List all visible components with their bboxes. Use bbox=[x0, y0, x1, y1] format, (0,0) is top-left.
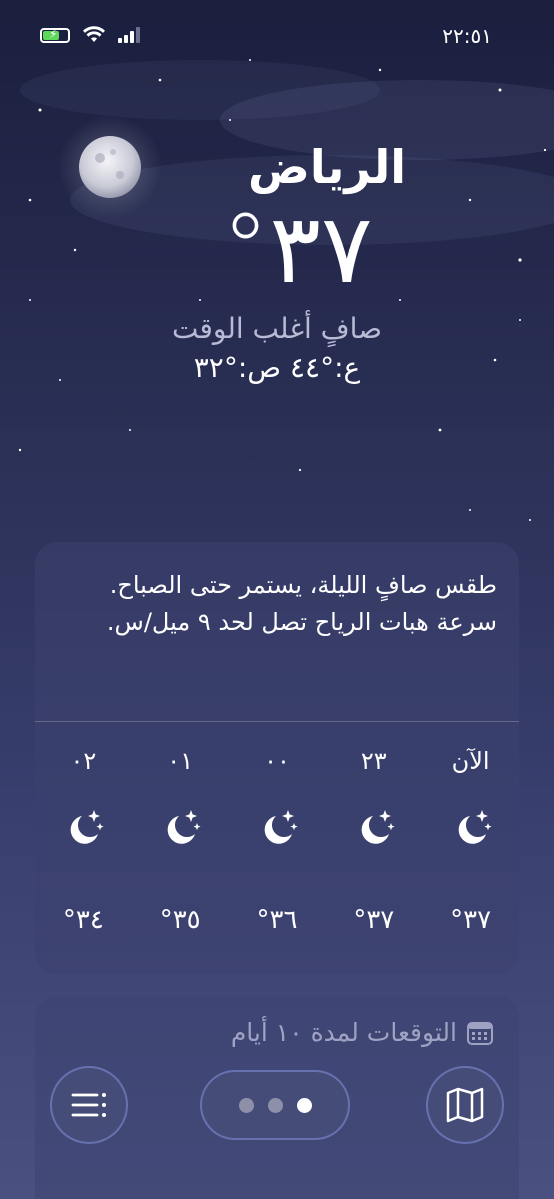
hourly-forecast-card[interactable]: طقس صافٍ الليلة، يستمر حتى الصباح. سرعة … bbox=[35, 542, 519, 974]
battery-icon: ⚡ bbox=[40, 27, 70, 43]
bottom-toolbar bbox=[0, 1066, 554, 1146]
moon-stars-icon bbox=[232, 787, 322, 867]
weather-summary: طقس صافٍ الليلة، يستمر حتى الصباح. سرعة … bbox=[106, 571, 497, 636]
cellular-signal-icon bbox=[118, 27, 140, 43]
hour-temperature: °٣٧ bbox=[450, 905, 492, 935]
hour-item: ٠١ °٣٥ bbox=[135, 747, 225, 935]
hour-temperature: °٣٥ bbox=[159, 905, 201, 935]
hour-temperature: °٣٧ bbox=[353, 905, 395, 935]
status-bar: ⚡ ٢٢:٥١ bbox=[0, 0, 554, 70]
hour-label: الآن bbox=[451, 747, 490, 775]
city-name: الرياض bbox=[247, 140, 407, 194]
status-icons: ⚡ bbox=[40, 26, 144, 44]
moon-stars-icon bbox=[329, 787, 419, 867]
divider bbox=[35, 721, 519, 722]
list-icon bbox=[71, 1093, 106, 1117]
hour-item: ٢٣ °٣٧ bbox=[329, 747, 419, 935]
hour-temperature: °٣٤ bbox=[62, 905, 104, 935]
calendar-icon bbox=[467, 1021, 493, 1045]
hour-item: ٠٢ °٣٤ bbox=[38, 747, 128, 935]
wifi-icon bbox=[83, 26, 105, 42]
hour-item: ٠٠ °٣٦ bbox=[232, 747, 322, 935]
status-time: ٢٢:٥١ bbox=[442, 24, 492, 48]
hourly-list[interactable]: الآن °٣٧ ٢٣ °٣٧ ٠٠ °٣٦ ٠١ °٣٥ ٠٢ °٣٤ bbox=[35, 747, 519, 935]
hour-item: الآن °٣٧ bbox=[426, 747, 516, 935]
hour-label: ٠٢ bbox=[70, 747, 97, 775]
page-dot-active[interactable] bbox=[296, 1097, 312, 1113]
moon-stars-icon bbox=[426, 787, 516, 867]
current-weather-header: الرياض °٣٧ صافٍ أغلب الوقت ع:°٤٤ ص:°٣٢ bbox=[0, 140, 554, 384]
hour-temperature: °٣٦ bbox=[256, 905, 298, 935]
forecast-title: التوقعات لمدة ١٠ أيام bbox=[230, 1018, 457, 1047]
high-low-temperature: ع:°٤٤ ص:°٣٢ bbox=[193, 351, 361, 384]
page-dot[interactable] bbox=[267, 1097, 283, 1113]
moon-stars-icon bbox=[135, 787, 225, 867]
city-list-button[interactable] bbox=[50, 1066, 128, 1144]
moon-stars-icon bbox=[38, 787, 128, 867]
hour-label: ٢٣ bbox=[360, 747, 387, 775]
forecast-header: التوقعات لمدة ١٠ أيام bbox=[35, 996, 519, 1069]
page-dot[interactable] bbox=[238, 1097, 254, 1113]
weather-condition: صافٍ أغلب الوقت bbox=[172, 312, 382, 345]
page-indicator[interactable] bbox=[200, 1070, 350, 1140]
map-icon bbox=[446, 1087, 484, 1123]
map-button[interactable] bbox=[426, 1066, 504, 1144]
hour-label: ٠١ bbox=[167, 747, 194, 775]
hour-label: ٠٠ bbox=[264, 747, 290, 775]
current-temperature: °٣٧ bbox=[221, 193, 373, 305]
